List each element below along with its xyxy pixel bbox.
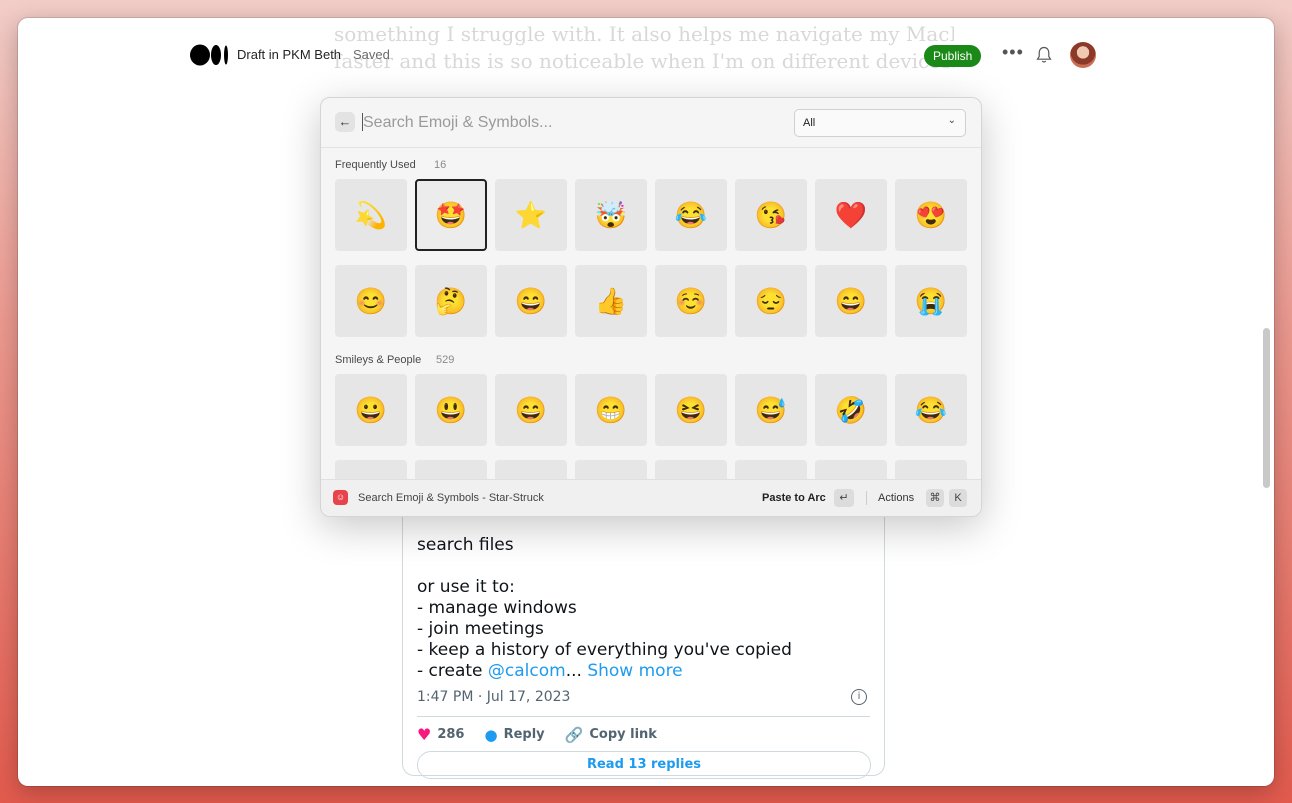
section-count: 529 — [436, 354, 455, 366]
tweet-text: - create — [417, 661, 488, 681]
emoji-cell[interactable]: 😍 — [895, 179, 967, 251]
emoji-cell[interactable]: 😘 — [735, 179, 807, 251]
paste-to-arc-button[interactable]: Paste to Arc — [762, 492, 826, 504]
emoji-cell[interactable]: 👍 — [575, 265, 647, 337]
emoji-cell[interactable] — [335, 460, 407, 480]
footer-title: Search Emoji & Symbols - Star-Struck — [358, 492, 544, 504]
tweet-text-line: - join meetings — [417, 619, 544, 639]
like-count[interactable]: 286 — [437, 727, 464, 742]
emoji-cell[interactable]: 🤯 — [575, 179, 647, 251]
emoji-cell[interactable]: ⭐ — [495, 179, 567, 251]
reply-icon[interactable]: ● — [484, 726, 497, 744]
emoji-cell[interactable]: 😂 — [655, 179, 727, 251]
raycast-emoji-icon: ☺ — [333, 490, 348, 505]
emoji-cell[interactable] — [735, 460, 807, 480]
draft-label: Draft in PKM Beth — [237, 47, 342, 62]
emoji-cell[interactable] — [495, 460, 567, 480]
tweet-text-line: or use it to: — [417, 577, 515, 597]
emoji-cell[interactable] — [815, 460, 887, 480]
emoji-cell[interactable]: ☺️ — [655, 265, 727, 337]
heart-icon[interactable]: ♥ — [417, 725, 431, 744]
emoji-search-input[interactable] — [361, 110, 785, 136]
emoji-cell[interactable] — [655, 460, 727, 480]
mention-link[interactable]: @calcom — [488, 661, 566, 681]
emoji-cell[interactable]: ❤️ — [815, 179, 887, 251]
emoji-picker: ← All ⌄ Frequently Used 16 💫 🤩 ⭐ 🤯 😂 😘 ❤… — [320, 97, 982, 517]
medium-logo-icon[interactable] — [190, 44, 230, 66]
emoji-cell[interactable]: 😀 — [335, 374, 407, 446]
emoji-cell[interactable]: 😃 — [415, 374, 487, 446]
save-status: Saved — [353, 47, 390, 62]
category-select[interactable]: All ⌄ — [794, 109, 966, 137]
emoji-cell[interactable]: 😂 — [895, 374, 967, 446]
command-key-icon: ⌘ — [926, 489, 944, 507]
section-label: Smileys & People — [335, 354, 422, 366]
emoji-cell[interactable]: 😄 — [815, 265, 887, 337]
tweet-text-line: - create @calcom... Show more — [417, 661, 683, 681]
medium-header: Draft in PKM Beth Saved Publish ••• — [18, 18, 1274, 88]
divider — [417, 716, 870, 717]
emoji-cell[interactable]: 😊 — [335, 265, 407, 337]
section-count: 16 — [434, 159, 447, 171]
emoji-cell[interactable] — [895, 460, 967, 480]
emoji-cell[interactable]: 💫 — [335, 179, 407, 251]
tweet-ellipsis: ... — [565, 661, 582, 681]
picker-footer: ☺ Search Emoji & Symbols - Star-Struck P… — [321, 479, 981, 516]
emoji-cell[interactable] — [415, 460, 487, 480]
emoji-cell[interactable]: 😄 — [495, 265, 567, 337]
chevron-down-icon: ⌄ — [947, 115, 956, 126]
emoji-cell[interactable]: 🤣 — [815, 374, 887, 446]
publish-button[interactable]: Publish — [924, 45, 982, 67]
k-key-icon: K — [949, 489, 967, 507]
emoji-cell[interactable]: 😆 — [655, 374, 727, 446]
enter-key-icon: ↵ — [834, 489, 854, 507]
embedded-tweet: search files or use it to: - manage wind… — [402, 488, 885, 779]
tweet-timestamp[interactable]: 1:47 PM · Jul 17, 2023 — [417, 689, 570, 705]
section-label: Frequently Used — [335, 159, 416, 171]
frequent-emoji-grid: 💫 🤩 ⭐ 🤯 😂 😘 ❤️ 😍 😊 🤔 😄 👍 ☺️ 😔 😄 😭 — [335, 179, 967, 337]
emoji-cell[interactable]: 😔 — [735, 265, 807, 337]
show-more-link[interactable]: Show more — [587, 661, 682, 681]
emoji-cell-selected[interactable]: 🤩 — [415, 179, 487, 251]
emoji-cell[interactable]: 😁 — [575, 374, 647, 446]
emoji-cell[interactable]: 🤔 — [415, 265, 487, 337]
smileys-emoji-grid: 😀 😃 😄 😁 😆 😅 🤣 😂 — [335, 374, 967, 480]
copy-link-button[interactable]: Copy link — [589, 727, 657, 742]
divider — [866, 491, 867, 505]
tweet-text-line: search files — [417, 535, 514, 555]
emoji-cell[interactable]: 😭 — [895, 265, 967, 337]
bell-icon[interactable] — [1036, 46, 1052, 64]
read-replies-button[interactable]: Read 13 replies — [417, 751, 871, 779]
emoji-cell[interactable]: 😅 — [735, 374, 807, 446]
avatar[interactable] — [1070, 42, 1096, 68]
back-arrow-icon[interactable]: ← — [335, 112, 355, 132]
category-select-value: All — [803, 117, 816, 129]
link-icon[interactable]: 🔗 — [565, 726, 584, 744]
tweet-text-line: - manage windows — [417, 598, 577, 618]
more-options-icon[interactable]: ••• — [1002, 42, 1024, 63]
emoji-cell[interactable]: 😄 — [495, 374, 567, 446]
picker-header: ← All ⌄ — [321, 98, 981, 148]
info-icon[interactable]: i — [851, 689, 867, 705]
tweet-actions: ♥ 286 ● Reply 🔗 Copy link — [417, 725, 663, 744]
page-scrollbar[interactable] — [1263, 328, 1270, 488]
actions-button[interactable]: Actions — [878, 492, 914, 504]
tweet-text-line: - keep a history of everything you've co… — [417, 640, 792, 660]
reply-button[interactable]: Reply — [504, 727, 545, 742]
emoji-cell[interactable] — [575, 460, 647, 480]
